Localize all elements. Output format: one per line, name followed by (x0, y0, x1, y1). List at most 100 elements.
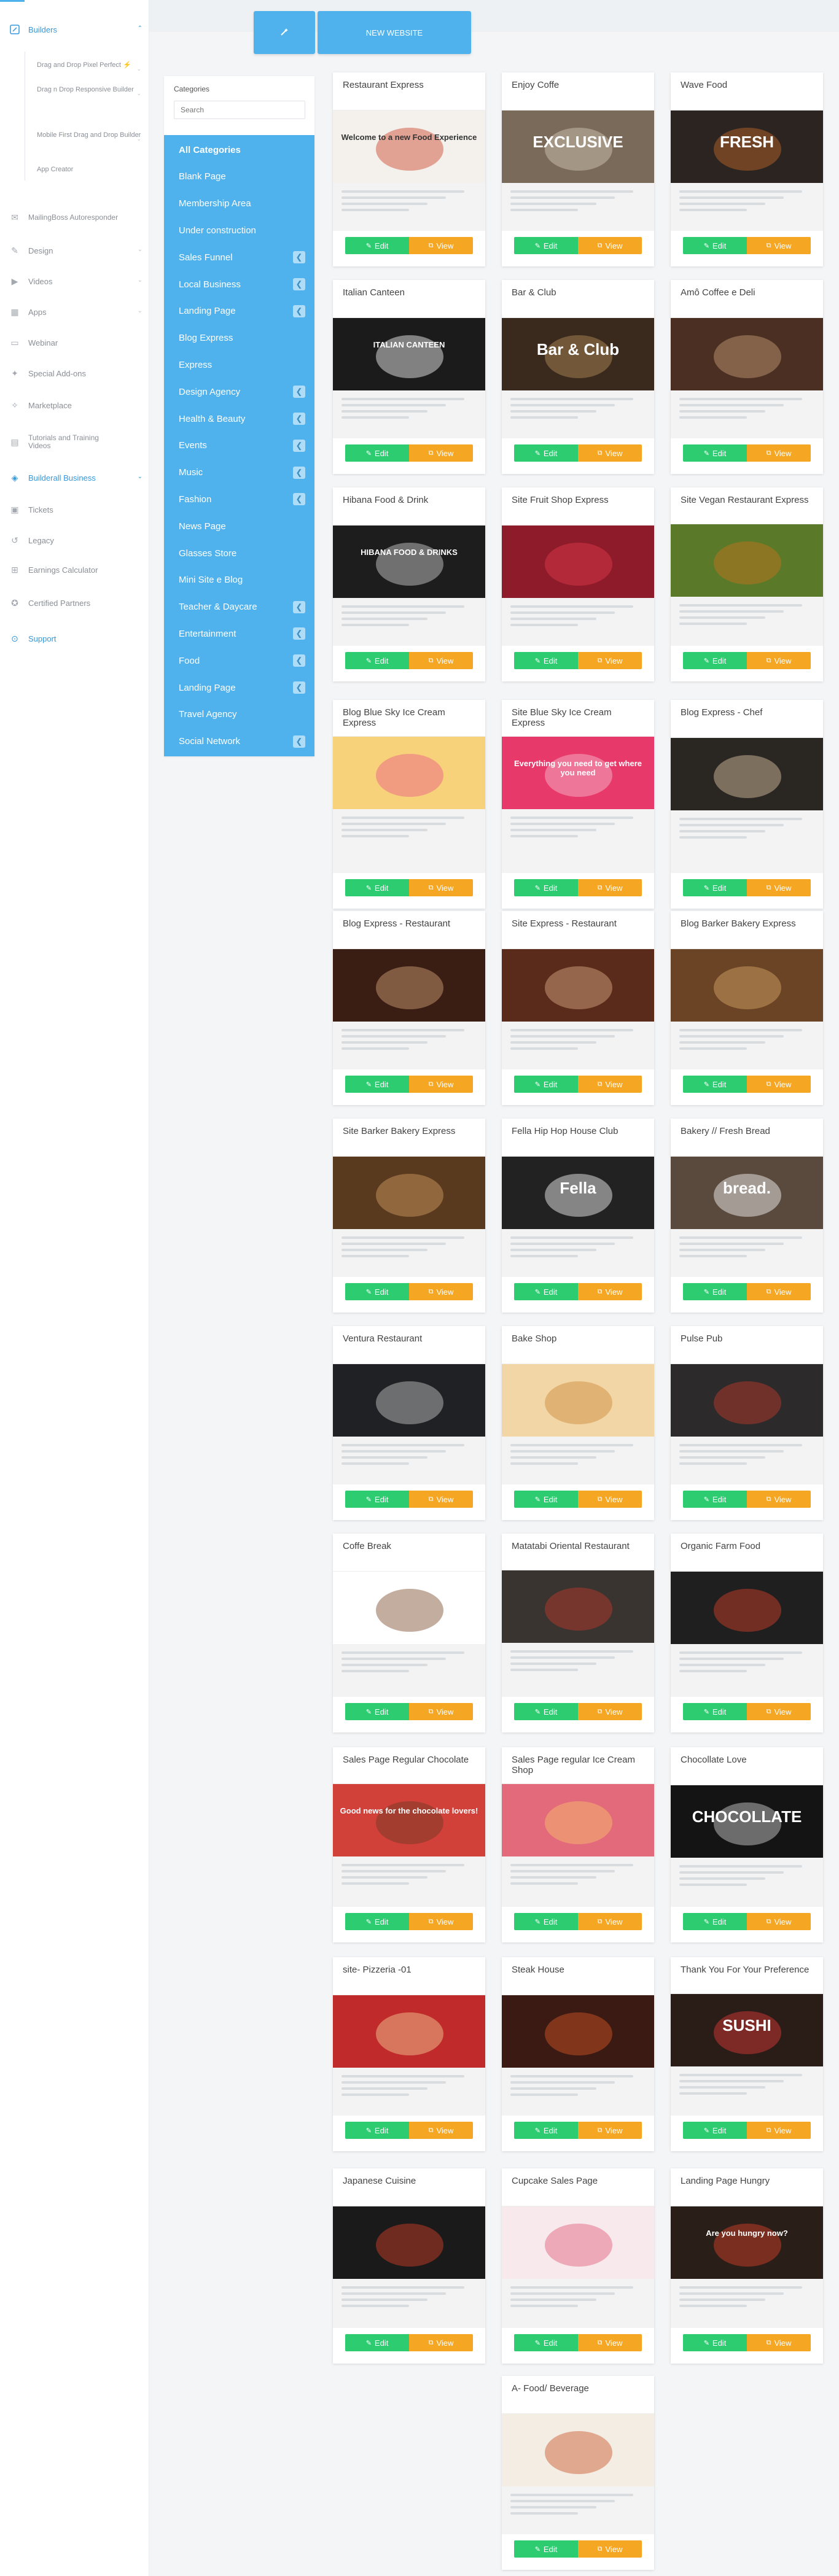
category-item[interactable]: Events ❮ (179, 439, 311, 452)
view-template-button[interactable]: ⧉ View (578, 1913, 642, 1930)
template-preview[interactable] (333, 2199, 485, 2328)
edit-template-button[interactable]: ✎ Edit (514, 1913, 578, 1930)
view-template-button[interactable]: ⧉ View (409, 2334, 473, 2351)
sidebar-item-videos[interactable]: ▶ Videos ⌄ (9, 274, 145, 289)
magic-wand-button[interactable] (254, 11, 315, 54)
template-preview[interactable] (333, 729, 485, 873)
sidebar-item-earnings-calculator[interactable]: ⊞ Earnings Calculator (9, 562, 145, 577)
edit-template-button[interactable]: ✎ Edit (345, 879, 409, 896)
category-item[interactable]: Travel Agency (179, 708, 311, 721)
template-preview[interactable]: FRESH (671, 103, 823, 231)
edit-template-button[interactable]: ✎ Edit (345, 2122, 409, 2139)
edit-template-button[interactable]: ✎ Edit (514, 2540, 578, 2558)
edit-template-button[interactable]: ✎ Edit (514, 1076, 578, 1093)
sidebar-item-certified-partners[interactable]: ✪ Certified Partners (9, 596, 145, 610)
edit-template-button[interactable]: ✎ Edit (514, 1703, 578, 1720)
expand-category-icon[interactable]: ❮ (293, 439, 305, 452)
category-item[interactable]: Blank Page (179, 171, 311, 183)
sidebar-item-design[interactable]: ✎ Design ⌄ (9, 243, 145, 258)
view-template-button[interactable]: ⧉ View (409, 879, 473, 896)
edit-template-button[interactable]: ✎ Edit (514, 1283, 578, 1300)
view-template-button[interactable]: ⧉ View (409, 1076, 473, 1093)
view-template-button[interactable]: ⧉ View (578, 1076, 642, 1093)
template-preview[interactable]: HIBANA FOOD & DRINKS (333, 518, 485, 646)
view-template-button[interactable]: ⧉ View (578, 2540, 642, 2558)
expand-category-icon[interactable]: ❮ (293, 466, 305, 479)
builder-subitem[interactable]: Drag and Drop Pixel Perfect ⚡ ⌄ (37, 61, 141, 72)
edit-template-button[interactable]: ✎ Edit (683, 652, 747, 669)
sidebar-item-tutorials-and-training-videos[interactable]: ▤ Tutorials and Training Videos (9, 432, 145, 452)
view-template-button[interactable]: ⧉ View (578, 1703, 642, 1720)
template-preview[interactable] (671, 731, 823, 873)
expand-category-icon[interactable]: ❮ (293, 251, 305, 264)
expand-category-icon[interactable]: ❮ (293, 681, 305, 694)
category-item[interactable]: News Page (179, 520, 311, 532)
view-template-button[interactable]: ⧉ View (409, 1491, 473, 1508)
builder-subitem[interactable]: Drag n Drop Responsive Builder ⌄ (37, 86, 141, 96)
template-preview[interactable] (333, 942, 485, 1069)
category-search-input[interactable] (174, 101, 305, 119)
edit-template-button[interactable]: ✎ Edit (514, 237, 578, 254)
edit-template-button[interactable]: ✎ Edit (514, 2334, 578, 2351)
expand-category-icon[interactable]: ❮ (293, 278, 305, 290)
category-item[interactable]: Blog Express (179, 332, 311, 344)
template-preview[interactable] (502, 1777, 654, 1907)
sidebar-item-special-add-ons[interactable]: ✦ Special Add-ons (9, 366, 145, 381)
category-item[interactable]: Design Agency ❮ (179, 386, 311, 398)
view-template-button[interactable]: ⧉ View (747, 1703, 811, 1720)
category-item[interactable]: Express (179, 359, 311, 371)
template-preview[interactable] (502, 942, 654, 1069)
edit-template-button[interactable]: ✎ Edit (345, 1076, 409, 1093)
expand-category-icon[interactable]: ❮ (293, 654, 305, 667)
edit-template-button[interactable]: ✎ Edit (683, 1703, 747, 1720)
view-template-button[interactable]: ⧉ View (747, 1491, 811, 1508)
template-preview[interactable]: Welcome to a new Food Experience (333, 103, 485, 231)
view-template-button[interactable]: ⧉ View (578, 1491, 642, 1508)
edit-template-button[interactable]: ✎ Edit (345, 2334, 409, 2351)
view-template-button[interactable]: ⧉ View (578, 652, 642, 669)
category-item[interactable]: Food ❮ (179, 654, 311, 667)
view-template-button[interactable]: ⧉ View (409, 444, 473, 462)
edit-template-button[interactable]: ✎ Edit (683, 444, 747, 462)
template-preview[interactable] (671, 942, 823, 1069)
sidebar-item-builders[interactable]: Builders ⌃ (9, 22, 145, 37)
template-preview[interactable] (671, 311, 823, 438)
view-template-button[interactable]: ⧉ View (747, 2334, 811, 2351)
sidebar-item-tickets[interactable]: ▣ Tickets (9, 502, 145, 517)
edit-template-button[interactable]: ✎ Edit (345, 652, 409, 669)
edit-template-button[interactable]: ✎ Edit (683, 1913, 747, 1930)
view-template-button[interactable]: ⧉ View (409, 2122, 473, 2139)
template-preview[interactable]: bread. (671, 1149, 823, 1277)
sidebar-item-support[interactable]: ⊙ Support (9, 631, 145, 646)
view-template-button[interactable]: ⧉ View (578, 444, 642, 462)
template-preview[interactable] (333, 1149, 485, 1277)
edit-template-button[interactable]: ✎ Edit (345, 237, 409, 254)
view-template-button[interactable]: ⧉ View (578, 879, 642, 896)
view-template-button[interactable]: ⧉ View (747, 1283, 811, 1300)
category-item[interactable]: Glasses Store (179, 547, 311, 559)
edit-template-button[interactable]: ✎ Edit (683, 237, 747, 254)
template-preview[interactable]: ITALIAN CANTEEN (333, 311, 485, 438)
template-preview[interactable] (502, 1357, 654, 1484)
edit-template-button[interactable]: ✎ Edit (683, 1491, 747, 1508)
view-template-button[interactable]: ⧉ View (409, 1703, 473, 1720)
template-preview[interactable] (671, 1564, 823, 1697)
sidebar-item-apps[interactable]: ▦ Apps ⌄ (9, 305, 145, 319)
view-template-button[interactable]: ⧉ View (409, 1283, 473, 1300)
view-template-button[interactable]: ⧉ View (747, 444, 811, 462)
category-item[interactable]: Fashion ❮ (179, 493, 311, 506)
view-template-button[interactable]: ⧉ View (578, 2334, 642, 2351)
view-template-button[interactable]: ⧉ View (747, 652, 811, 669)
edit-template-button[interactable]: ✎ Edit (345, 1913, 409, 1930)
template-preview[interactable]: Good news for the chocolate lovers! (333, 1777, 485, 1907)
view-template-button[interactable]: ⧉ View (578, 1283, 642, 1300)
category-item[interactable]: Under construction (179, 224, 311, 236)
view-template-button[interactable]: ⧉ View (409, 652, 473, 669)
edit-template-button[interactable]: ✎ Edit (683, 1076, 747, 1093)
edit-template-button[interactable]: ✎ Edit (514, 879, 578, 896)
template-preview[interactable]: EXCLUSIVE (502, 103, 654, 231)
edit-template-button[interactable]: ✎ Edit (345, 444, 409, 462)
template-preview[interactable] (333, 1357, 485, 1484)
sidebar-item-webinar[interactable]: ▭ Webinar (9, 335, 145, 350)
template-preview[interactable] (333, 1988, 485, 2116)
